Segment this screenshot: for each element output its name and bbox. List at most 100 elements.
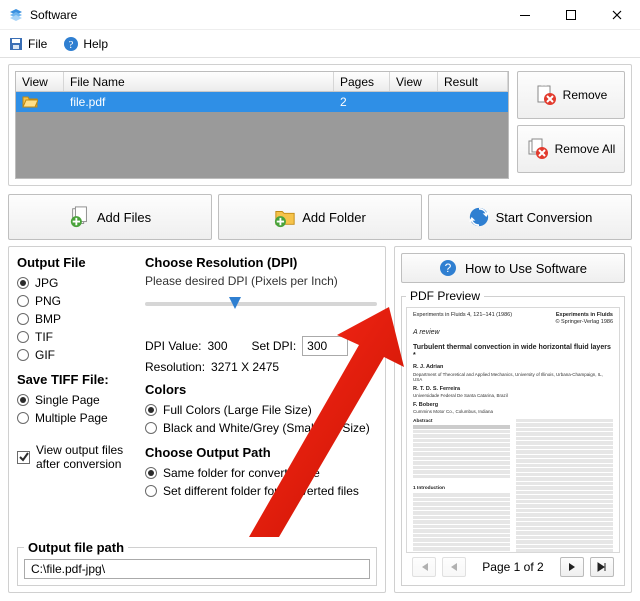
radio-gif-label: GIF <box>35 348 55 362</box>
output-path-input[interactable] <box>24 559 370 579</box>
journal-right: Experiments in Fluids <box>556 312 613 318</box>
col-pages[interactable]: Pages <box>334 72 390 91</box>
title-bar: Software <box>0 0 640 30</box>
maximize-button[interactable] <box>548 0 594 30</box>
options-panel: Output File JPG PNG BMP TIF GIF Save TIF… <box>8 246 386 593</box>
remove-all-button[interactable]: Remove All <box>517 125 625 173</box>
radio-same-label: Same folder for converted file <box>163 466 320 480</box>
pager-last-button[interactable] <box>590 557 614 577</box>
view-output-label: View output files after conversion <box>36 443 136 471</box>
save-tiff-title: Save TIFF File: <box>17 372 137 387</box>
radio-full-label: Full Colors (Large File Size) <box>163 403 312 417</box>
menu-help-label: Help <box>83 37 108 51</box>
remove-icon <box>535 84 557 106</box>
remove-all-icon <box>527 138 549 160</box>
add-folder-icon <box>274 206 296 228</box>
folder-open-icon <box>22 94 38 110</box>
add-folder-button[interactable]: Add Folder <box>218 194 422 240</box>
radio-gif[interactable]: GIF <box>17 346 137 364</box>
pdf-preview[interactable]: Experiments in Fluids 4, 121–141 (1986) … <box>406 307 620 553</box>
radio-bmp[interactable]: BMP <box>17 310 137 328</box>
abstract-label: Abstract <box>413 419 432 424</box>
menu-help[interactable]: ? Help <box>59 34 112 54</box>
table-header: View File Name Pages View Result <box>16 72 508 92</box>
start-conversion-label: Start Conversion <box>496 210 593 225</box>
preview-panel: ? How to Use Software PDF Preview Experi… <box>394 246 632 593</box>
colors-title: Colors <box>145 382 377 397</box>
pager: Page 1 of 2 <box>406 553 620 581</box>
remove-button[interactable]: Remove <box>517 71 625 119</box>
dpi-value: 300 <box>207 339 245 353</box>
radio-bw[interactable]: Black and White/Grey (Small File Size) <box>145 419 377 437</box>
radio-tif[interactable]: TIF <box>17 328 137 346</box>
radio-jpg[interactable]: JPG <box>17 274 137 292</box>
remove-all-label: Remove All <box>555 142 616 156</box>
window-title: Software <box>30 8 77 22</box>
pager-label: Page 1 of 2 <box>472 560 554 574</box>
close-button[interactable] <box>594 0 640 30</box>
how-to-button[interactable]: ? How to Use Software <box>401 253 625 283</box>
menu-file-label: File <box>28 37 47 51</box>
radio-png-label: PNG <box>35 294 61 308</box>
radio-single-page[interactable]: Single Page <box>17 391 137 409</box>
author1: R. J. Adrian <box>413 364 443 370</box>
output-path-title: Choose Output Path <box>145 445 377 460</box>
resolution-subtitle: Please desired DPI (Pixels per Inch) <box>145 274 377 288</box>
minimize-button[interactable] <box>502 0 548 30</box>
resolution-title: Choose Resolution (DPI) <box>145 255 377 270</box>
action-row: Add Files Add Folder Start Conversion <box>8 194 632 240</box>
app-icon <box>8 7 24 23</box>
preview-title: Turbulent thermal convection in wide hor… <box>413 344 613 361</box>
radio-multiple-page[interactable]: Multiple Page <box>17 409 137 427</box>
set-dpi-label: Set DPI: <box>251 339 296 353</box>
save-icon <box>8 36 24 52</box>
preview-review: A review <box>413 329 613 337</box>
file-name: file.pdf <box>70 95 105 109</box>
convert-icon <box>468 206 490 228</box>
file-pages: 2 <box>340 95 347 109</box>
radio-single-label: Single Page <box>35 393 100 407</box>
add-files-button[interactable]: Add Files <box>8 194 212 240</box>
radio-tif-label: TIF <box>35 330 53 344</box>
start-conversion-button[interactable]: Start Conversion <box>428 194 632 240</box>
radio-bmp-label: BMP <box>35 312 61 326</box>
radio-diff-folder[interactable]: Set different folder for converted files <box>145 482 377 500</box>
author2: R. T. D. S. Ferreira <box>413 386 460 392</box>
pager-first-button[interactable] <box>412 557 436 577</box>
pager-prev-button[interactable] <box>442 557 466 577</box>
dpi-value-label: DPI Value: <box>145 339 201 353</box>
aff3: Cummins Motor Co., Columbus, Indiana <box>413 409 613 414</box>
intro-label: 1 Introduction <box>413 486 445 491</box>
pdf-preview-group: PDF Preview Experiments in Fluids 4, 121… <box>401 289 625 586</box>
publisher: © Springer-Verlag 1986 <box>555 319 613 325</box>
menu-file[interactable]: File <box>4 34 51 54</box>
view-output-checkbox[interactable]: View output files after conversion <box>17 441 137 473</box>
add-files-label: Add Files <box>97 210 151 225</box>
help-icon: ? <box>63 36 79 52</box>
dpi-slider[interactable] <box>145 292 377 316</box>
add-folder-label: Add Folder <box>302 210 366 225</box>
set-dpi-input[interactable] <box>302 336 348 356</box>
col-view2[interactable]: View <box>390 72 438 91</box>
resolution-label: Resolution: <box>145 360 205 374</box>
col-result[interactable]: Result <box>438 72 508 91</box>
col-filename[interactable]: File Name <box>64 72 334 91</box>
radio-diff-label: Set different folder for converted files <box>163 484 359 498</box>
add-files-icon <box>69 206 91 228</box>
resolution-value: 3271 X 2475 <box>211 360 279 374</box>
radio-same-folder[interactable]: Same folder for converted file <box>145 464 377 482</box>
col-view[interactable]: View <box>16 72 64 91</box>
radio-png[interactable]: PNG <box>17 292 137 310</box>
radio-full-colors[interactable]: Full Colors (Large File Size) <box>145 401 377 419</box>
radio-jpg-label: JPG <box>35 276 58 290</box>
output-file-title: Output File <box>17 255 137 270</box>
radio-multiple-label: Multiple Page <box>35 411 108 425</box>
remove-label: Remove <box>563 88 608 102</box>
file-table: View File Name Pages View Result <box>15 71 509 179</box>
pager-next-button[interactable] <box>560 557 584 577</box>
aff1: Department of Theoretical and Applied Me… <box>413 372 613 383</box>
table-row[interactable]: file.pdf 2 <box>16 92 508 112</box>
journal-left: Experiments in Fluids 4, 121–141 (1986) <box>413 312 512 325</box>
file-list-group: View File Name Pages View Result <box>8 64 632 186</box>
menu-bar: File ? Help <box>0 30 640 58</box>
